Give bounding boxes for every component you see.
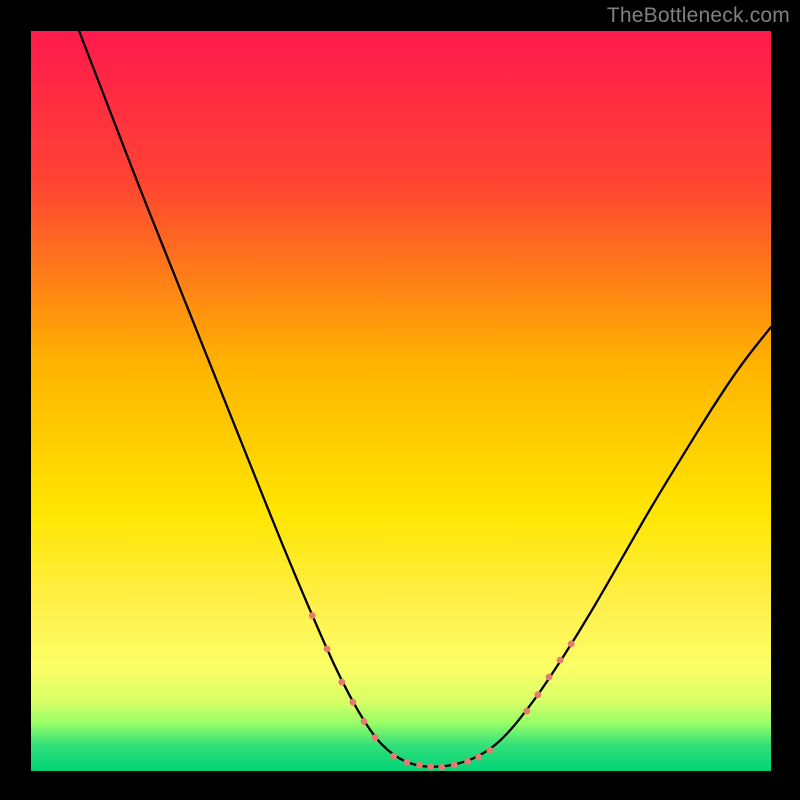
marker-dot: [438, 764, 445, 771]
marker-dot: [372, 734, 379, 741]
marker-dot: [557, 657, 564, 664]
marker-dot: [309, 612, 316, 619]
gradient-background: [31, 31, 771, 771]
marker-dot: [404, 759, 411, 766]
chart-stage: TheBottleneck.com: [0, 0, 800, 800]
marker-dot: [523, 708, 530, 715]
marker-dot: [535, 691, 542, 698]
marker-dot: [416, 762, 423, 769]
plot-svg: [31, 31, 771, 771]
marker-dot: [486, 747, 493, 754]
marker-dot: [475, 754, 482, 761]
watermark-text: TheBottleneck.com: [607, 4, 790, 28]
marker-dot: [338, 679, 345, 686]
marker-dot: [324, 646, 331, 653]
marker-dot: [361, 718, 368, 725]
marker-dot: [546, 674, 553, 681]
marker-dot: [464, 758, 471, 765]
marker-dot: [451, 762, 458, 769]
marker-dot: [568, 640, 575, 647]
marker-dot: [390, 753, 397, 760]
marker-dot: [427, 763, 434, 770]
marker-dot: [350, 699, 357, 706]
